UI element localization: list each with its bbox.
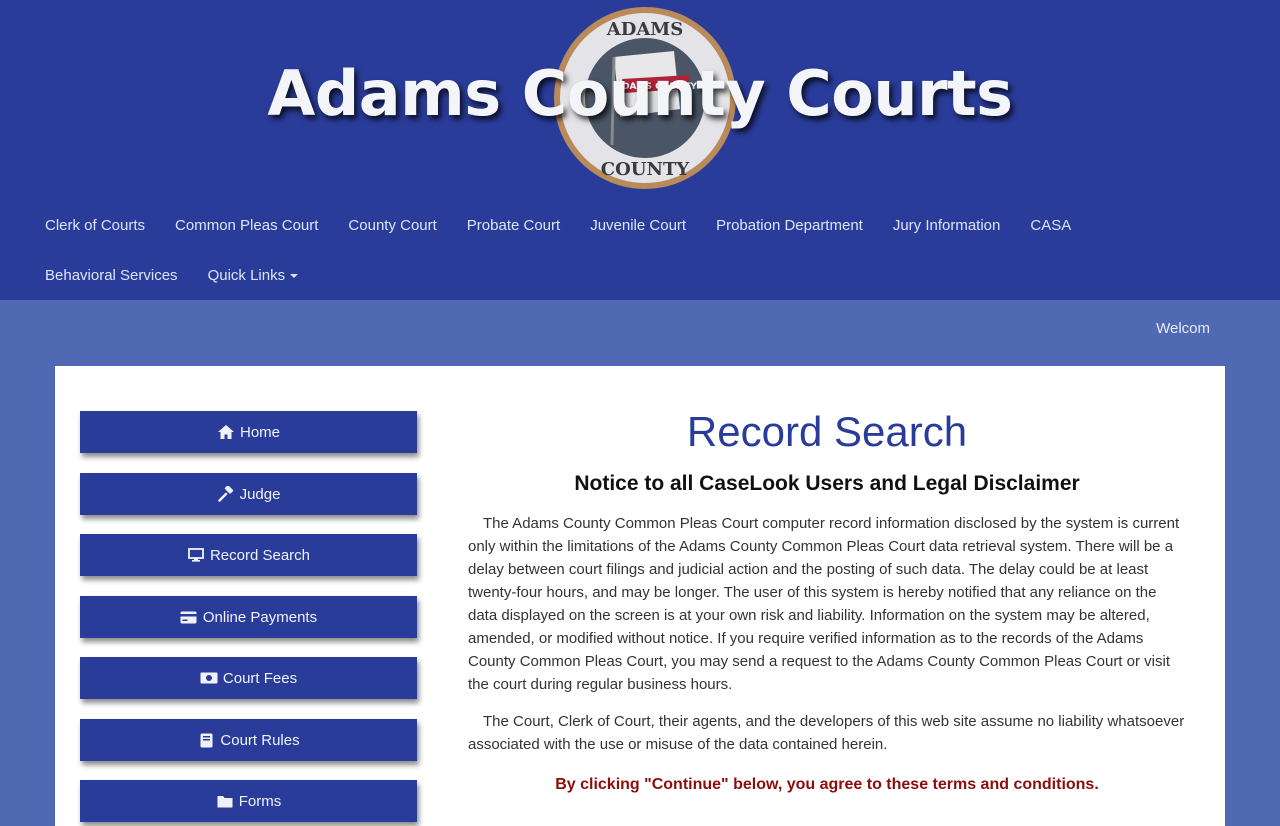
nav-probation-department[interactable]: Probation Department bbox=[701, 217, 878, 234]
disclaimer-paragraph-2: The Court, Clerk of Court, their agents,… bbox=[468, 713, 1185, 753]
gavel-icon bbox=[217, 486, 235, 502]
home-icon bbox=[217, 424, 235, 440]
site-title: Adams County Courts bbox=[267, 57, 1013, 130]
disclaimer-paragraph-1: The Adams County Common Pleas Court comp… bbox=[468, 515, 1180, 693]
sidebar-judge-label: Judge bbox=[239, 485, 281, 503]
welcome-marquee: Welcom bbox=[1156, 320, 1210, 337]
content-panel: Home Judge Record Search Online Payments… bbox=[55, 366, 1225, 826]
sidebar-court-fees-button[interactable]: Court Fees bbox=[80, 657, 417, 699]
nav-county-court[interactable]: County Court bbox=[333, 217, 451, 234]
site-header: ADAMS COUNTY ADAMS COUNTY Adams County C… bbox=[0, 0, 1280, 300]
nav-probate-court[interactable]: Probate Court bbox=[452, 217, 575, 234]
sidebar-home-button[interactable]: Home bbox=[80, 411, 417, 453]
sidebar-online-payments-button[interactable]: Online Payments bbox=[80, 596, 417, 638]
sidebar-home-label: Home bbox=[239, 423, 280, 441]
nav-quick-links-dropdown[interactable]: Quick Links bbox=[193, 267, 314, 284]
sidebar-forms-label: Forms bbox=[238, 792, 282, 810]
nav-jury-information[interactable]: Jury Information bbox=[878, 217, 1016, 234]
sidebar-court-rules-button[interactable]: Court Rules bbox=[80, 719, 417, 761]
sidebar-record-search-button[interactable]: Record Search bbox=[80, 534, 417, 576]
sidebar-court-rules-label: Court Rules bbox=[220, 731, 300, 749]
terms-agreement-text: By clicking "Continue" below, you agree … bbox=[555, 776, 1099, 793]
sidebar-online-payments-label: Online Payments bbox=[202, 608, 318, 626]
main-nav-row-2: Behavioral Services Quick Links bbox=[30, 250, 313, 300]
seal-bottom-text: COUNTY bbox=[601, 159, 691, 180]
nav-behavioral-services[interactable]: Behavioral Services bbox=[30, 267, 193, 284]
nav-casa[interactable]: CASA bbox=[1015, 217, 1086, 234]
main-nav-row-1: Clerk of Courts Common Pleas Court Count… bbox=[30, 200, 1086, 250]
sidebar-court-fees-label: Court Fees bbox=[222, 669, 298, 687]
sidebar-judge-button[interactable]: Judge bbox=[80, 473, 417, 515]
folder-icon bbox=[216, 793, 234, 809]
sidebar-record-search-label: Record Search bbox=[209, 546, 311, 564]
page-title: Record Search bbox=[686, 408, 968, 455]
credit-card-icon bbox=[180, 609, 198, 625]
seal-top-text: ADAMS bbox=[606, 19, 683, 40]
book-icon bbox=[197, 732, 215, 748]
notice-heading: Notice to all CaseLook Users and Legal D… bbox=[574, 472, 1080, 495]
caret-down-icon bbox=[290, 273, 299, 278]
quick-links-label: Quick Links bbox=[207, 266, 286, 284]
nav-clerk-of-courts[interactable]: Clerk of Courts bbox=[30, 217, 160, 234]
nav-juvenile-court[interactable]: Juvenile Court bbox=[575, 217, 701, 234]
money-icon bbox=[200, 670, 218, 686]
sidebar-forms-button[interactable]: Forms bbox=[80, 780, 417, 822]
nav-common-pleas-court[interactable]: Common Pleas Court bbox=[160, 217, 333, 234]
monitor-icon bbox=[187, 547, 205, 563]
